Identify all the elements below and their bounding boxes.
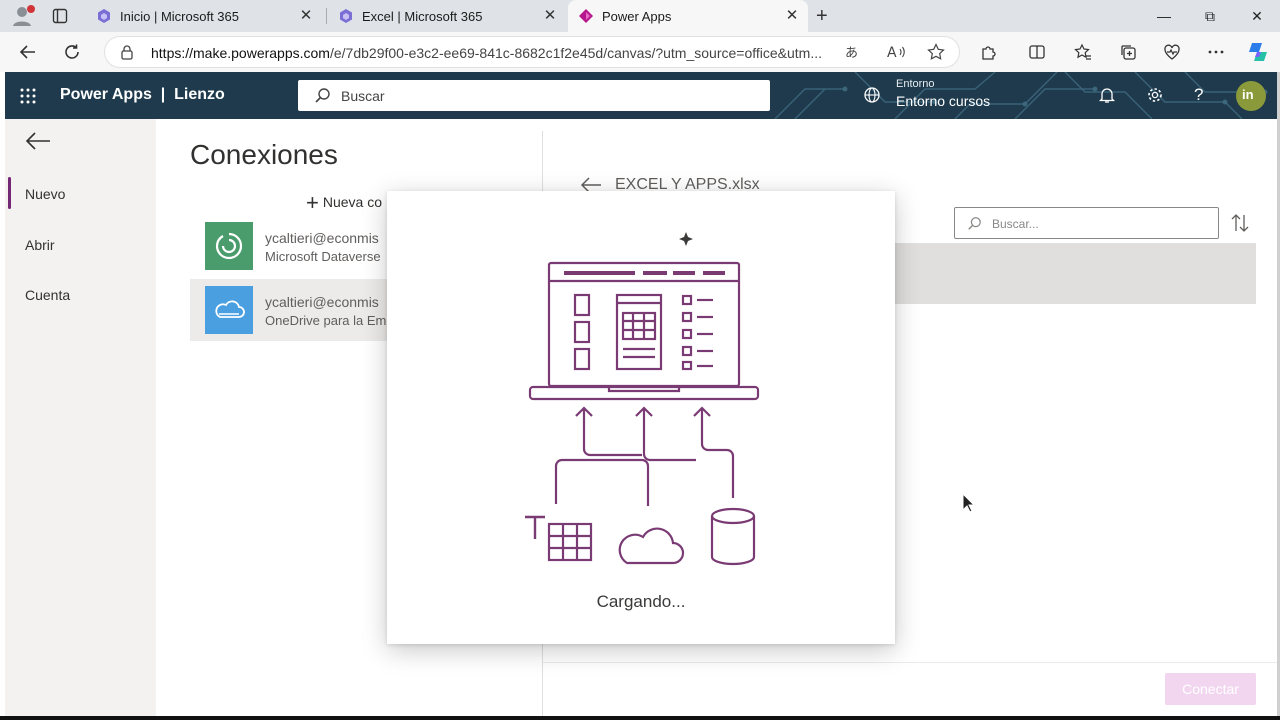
search-placeholder: Buscar xyxy=(341,88,385,104)
new-connection-label: Nueva co xyxy=(322,194,383,210)
settings-gear-icon[interactable] xyxy=(1146,86,1164,104)
tab-divider xyxy=(326,8,327,24)
footer-divider xyxy=(543,662,1277,663)
environment-selector[interactable]: Entorno cursos xyxy=(896,93,990,109)
table-row-selected[interactable] xyxy=(894,243,1256,304)
environment-icon xyxy=(863,86,881,104)
new-tab-button[interactable]: + xyxy=(816,5,828,28)
nav-item-nuevo[interactable]: Nuevo xyxy=(25,186,65,202)
new-connection-button[interactable]: + Nueva co xyxy=(306,187,383,215)
app-brand-title[interactable]: Power Apps | Lienzo xyxy=(60,86,225,104)
search-icon xyxy=(967,216,982,231)
tab-power-apps[interactable]: Power Apps ✕ xyxy=(568,0,808,32)
notifications-icon[interactable] xyxy=(1098,86,1116,104)
selected-indicator xyxy=(8,177,11,209)
power-apps-icon xyxy=(578,8,594,24)
m365-icon xyxy=(96,8,112,24)
tab-label: Inicio | Microsoft 365 xyxy=(120,8,239,24)
nav-item-cuenta[interactable]: Cuenta xyxy=(25,287,70,303)
data-sources-illustration xyxy=(525,232,760,566)
help-icon[interactable]: ? xyxy=(1194,85,1203,105)
svg-text:A: A xyxy=(887,45,897,61)
tab-inicio[interactable]: Inicio | Microsoft 365 ✕ xyxy=(86,0,322,32)
copilot-icon[interactable] xyxy=(1246,40,1270,64)
sort-icon[interactable] xyxy=(1231,213,1249,233)
tab-excel[interactable]: Excel | Microsoft 365 ✕ xyxy=(328,0,566,32)
connection-account: ycaltieri@econmis xyxy=(265,230,379,246)
m365-icon xyxy=(338,8,354,24)
close-tab-icon[interactable]: ✕ xyxy=(298,8,314,24)
nav-item-abrir[interactable]: Abrir xyxy=(25,237,55,253)
tab-label: Power Apps xyxy=(602,8,672,24)
tab-label: Excel | Microsoft 365 xyxy=(362,8,483,24)
environment-label: Entorno xyxy=(896,78,935,90)
svg-text:あ: あ xyxy=(845,46,858,61)
connections-title: Conexiones xyxy=(190,139,338,170)
minimize-button[interactable]: — xyxy=(1141,0,1187,32)
url-field[interactable]: https://make.powerapps.com/e/7db29f00-e3… xyxy=(104,36,960,68)
lock-icon[interactable] xyxy=(119,44,135,60)
search-placeholder: Buscar... xyxy=(992,217,1039,231)
app-launcher-icon[interactable] xyxy=(19,87,37,105)
favorites-icon[interactable] xyxy=(1071,40,1095,64)
collections-icon[interactable] xyxy=(1116,40,1140,64)
table-search-input[interactable]: Buscar... xyxy=(954,207,1219,239)
dataverse-icon xyxy=(205,222,253,270)
header-search-input[interactable]: Buscar xyxy=(298,80,770,111)
avatar-initials: in xyxy=(1242,87,1254,102)
plus-icon: + xyxy=(306,190,319,215)
browser-tab-strip: Inicio | Microsoft 365 ✕ Excel | Microso… xyxy=(0,0,1280,32)
split-screen-icon[interactable] xyxy=(1025,40,1049,64)
close-tab-icon[interactable]: ✕ xyxy=(784,8,800,24)
performance-icon[interactable] xyxy=(1160,40,1184,64)
loading-text: Cargando... xyxy=(596,592,686,611)
tab-actions-icon[interactable] xyxy=(52,8,68,24)
favorite-star-icon[interactable] xyxy=(927,43,945,61)
bottom-edge xyxy=(0,716,1280,720)
read-aloud-icon[interactable]: A xyxy=(887,43,907,61)
refresh-icon[interactable] xyxy=(60,40,84,64)
back-icon[interactable] xyxy=(16,40,40,64)
mouse-cursor-icon xyxy=(962,493,976,513)
close-tab-icon[interactable]: ✕ xyxy=(542,8,558,24)
connection-type: Microsoft Dataverse xyxy=(265,249,381,264)
url-text: https://make.powerapps.com/e/7db29f00-e3… xyxy=(151,45,823,61)
translate-icon[interactable]: あ xyxy=(845,43,865,61)
left-navigation: Nuevo Abrir Cuenta xyxy=(5,119,156,716)
power-apps-header: Power Apps | Lienzo Buscar Entorno Entor… xyxy=(5,72,1277,119)
search-icon xyxy=(314,87,331,104)
profile-icon[interactable] xyxy=(10,4,36,28)
connection-account: ycaltieri@econmis xyxy=(265,294,379,310)
connect-button[interactable]: Conectar xyxy=(1165,673,1256,705)
avatar[interactable]: in xyxy=(1236,81,1266,111)
back-arrow-icon[interactable] xyxy=(25,131,51,151)
close-window-button[interactable]: ✕ xyxy=(1234,0,1280,32)
onedrive-cloud-icon xyxy=(205,286,253,334)
more-icon[interactable] xyxy=(1204,40,1228,64)
address-bar-row: https://make.powerapps.com/e/7db29f00-e3… xyxy=(0,32,1280,72)
loading-dialog: Cargando... xyxy=(387,191,895,644)
extensions-icon[interactable] xyxy=(977,40,1001,64)
connection-type: OneDrive para la Emp xyxy=(265,313,394,328)
restore-button[interactable]: ⧉ xyxy=(1187,0,1233,32)
